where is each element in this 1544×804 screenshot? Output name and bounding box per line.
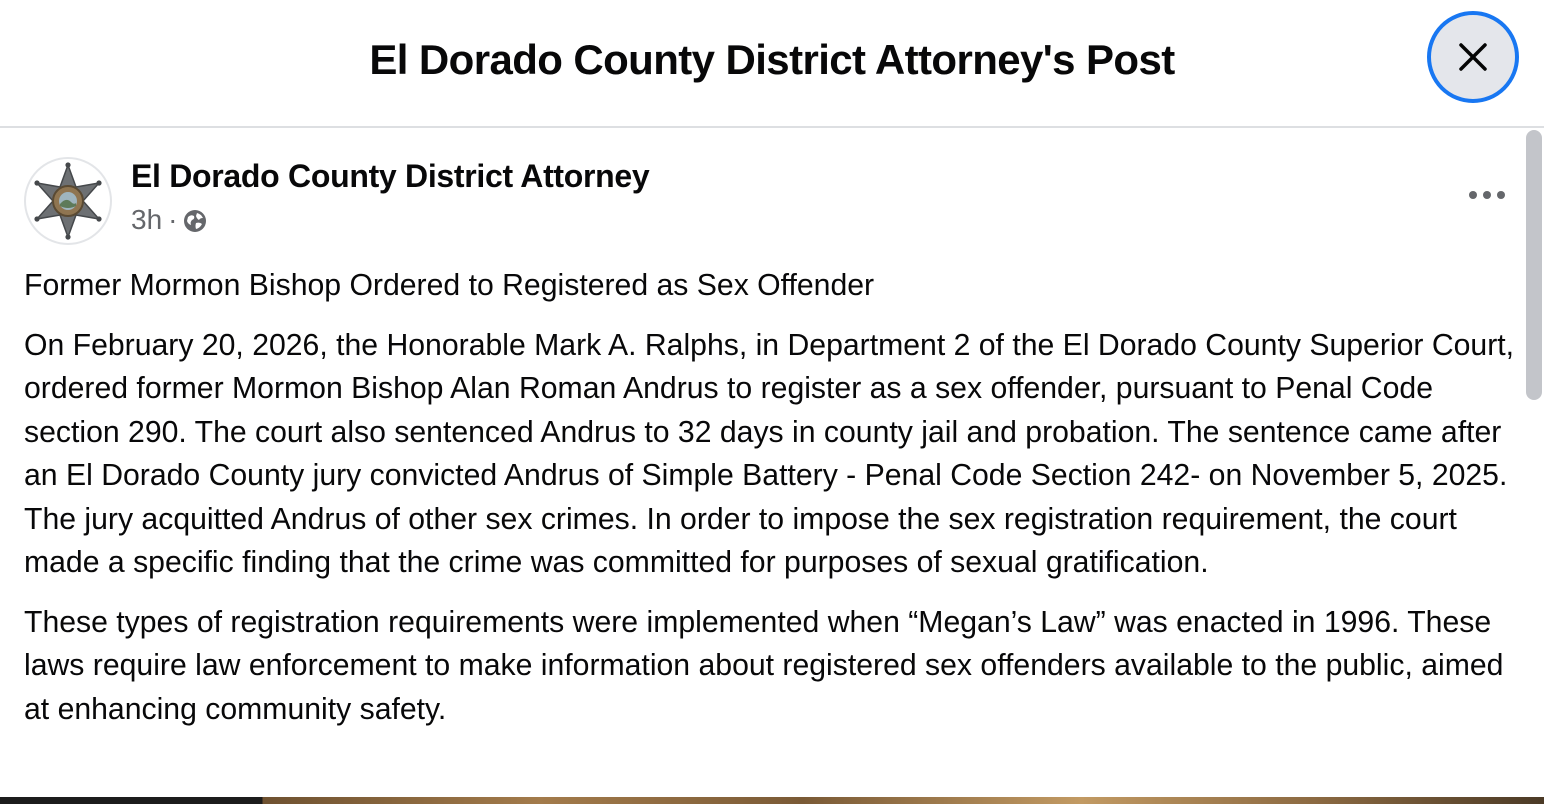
post-timestamp[interactable]: 3h [131,204,162,236]
dialog-title: El Dorado County District Attorney's Pos… [369,36,1175,83]
more-options-button[interactable] [1462,177,1512,213]
post-headline: Former Mormon Bishop Ordered to Register… [24,269,875,302]
sheriff-star-badge-icon [34,162,102,240]
post-paragraph: These types of registration requirements… [24,605,1512,726]
more-options-icon [1469,191,1505,199]
post-paragraph: On February 20, 2026, the Honorable Mark… [24,328,1524,580]
avatar[interactable] [24,157,112,245]
globe-icon[interactable] [183,209,207,233]
meta-separator: · [168,204,178,235]
post-body: Former Mormon Bishop Ordered to Register… [24,264,1524,747]
post-image-preview[interactable] [0,797,1544,804]
author-name-link[interactable]: El Dorado County District Attorney [131,158,650,195]
post-meta: 3h · [131,204,207,236]
close-button[interactable] [1427,11,1519,103]
close-icon [1459,43,1487,71]
scrollbar-thumb[interactable] [1526,130,1542,400]
post-dialog-header: El Dorado County District Attorney's Pos… [0,0,1544,128]
